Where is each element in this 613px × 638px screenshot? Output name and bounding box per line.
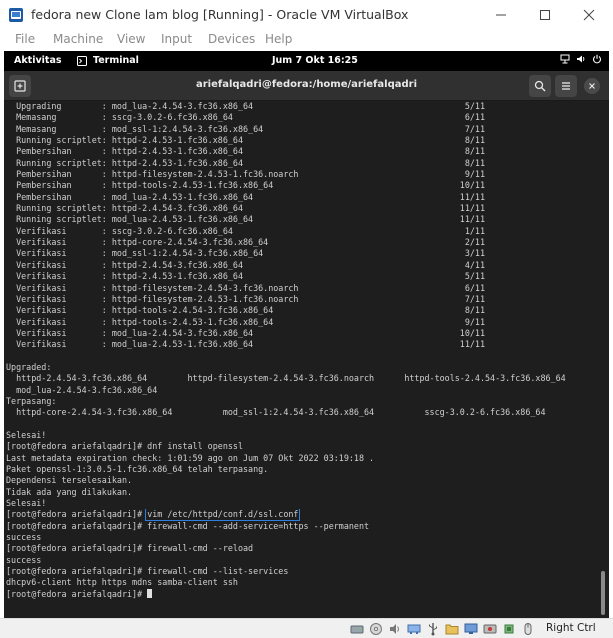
mouse-integration-icon[interactable] bbox=[521, 622, 535, 636]
terminal-line: Upgrading : mod_lua-2.4.54-3.fc36.x86_64… bbox=[6, 101, 486, 111]
minimize-button[interactable] bbox=[489, 3, 513, 27]
volume-icon bbox=[577, 55, 585, 63]
virtualbox-logo-icon bbox=[9, 8, 23, 22]
app-name: Terminal bbox=[93, 55, 139, 66]
network-adapter-icon[interactable] bbox=[407, 622, 421, 636]
terminal-line: [root@fedora ariefalqadri]# firewall-cmd… bbox=[6, 520, 370, 531]
terminal-line: Paket openssl-1:3.0.5-1.fc36.x86_64 tela… bbox=[6, 464, 269, 474]
terminal-line: Pembersihan : mod_lua-2.4.53-1.fc36.x86_… bbox=[6, 191, 486, 202]
audio-icon[interactable] bbox=[388, 622, 402, 636]
recording-icon[interactable] bbox=[483, 622, 497, 636]
terminal-line: Verifikasi : httpd-2.4.54-3.fc36.x86_64 … bbox=[6, 259, 486, 270]
terminal-title: ariefalqadri@fedora:/home/ariefalqadri bbox=[195, 79, 417, 90]
terminal-line: Tidak ada yang dilakukan. bbox=[6, 486, 133, 497]
terminal-scrollbar[interactable] bbox=[601, 571, 605, 615]
terminal-line: success bbox=[6, 532, 42, 543]
terminal-line: [root@fedora ariefalqadri]# dnf install … bbox=[6, 441, 243, 452]
terminal-line: Pembersihan : httpd-filesystem-2.4.53-1.… bbox=[6, 169, 486, 180]
text-cursor bbox=[147, 588, 153, 598]
terminal-line-current-prompt: [root@fedora ariefalqadri]# bbox=[6, 588, 598, 600]
terminal-line: Verifikasi : httpd-filesystem-2.4.54-3.f… bbox=[6, 282, 486, 293]
vbox-statusbar: Right Ctrl bbox=[0, 618, 613, 638]
terminal-line: Selesai! bbox=[6, 429, 47, 440]
terminal-line: Pembersihan : httpd-tools-2.4.53-1.fc36.… bbox=[6, 180, 486, 191]
terminal-line: Verifikasi : httpd-tools-2.4.53-1.fc36.x… bbox=[6, 316, 486, 327]
display-icon[interactable] bbox=[464, 622, 478, 636]
menu-file[interactable]: File bbox=[15, 32, 35, 46]
menu-help[interactable]: Help bbox=[265, 32, 292, 46]
hard-disk-icon[interactable] bbox=[350, 622, 364, 636]
host-key-label: Right Ctrl bbox=[546, 622, 596, 634]
menu-view[interactable]: View bbox=[117, 32, 145, 46]
app-menu[interactable]: Terminal bbox=[77, 55, 139, 66]
menu-input[interactable]: Input bbox=[161, 32, 192, 46]
hamburger-menu-icon bbox=[562, 82, 570, 90]
menu-devices[interactable]: Devices bbox=[208, 32, 255, 46]
terminal-line: Last metadata expiration check: 1:01:59 … bbox=[6, 452, 375, 463]
network-icon bbox=[560, 54, 570, 64]
vbox-titlebar: fedora new Clone lam blog [Running] - Or… bbox=[0, 0, 613, 30]
highlighted-command: vim /etc/httpd/conf.d/ssl.conf bbox=[145, 509, 301, 521]
close-button[interactable] bbox=[577, 3, 601, 27]
terminal-line: Verifikasi : httpd-tools-2.4.54-3.fc36.x… bbox=[6, 305, 486, 316]
cpu-icon[interactable] bbox=[502, 622, 516, 636]
terminal-line: Running scriptlet: mod_lua-2.4.53-1.fc36… bbox=[6, 214, 486, 225]
optical-drive-icon[interactable] bbox=[369, 622, 383, 636]
terminal-line: httpd-2.4.54-3.fc36.x86_64 httpd-filesys… bbox=[6, 373, 566, 384]
terminal-line: Verifikasi : httpd-filesystem-2.4.53-1.f… bbox=[6, 293, 486, 304]
shell-prompt: [root@fedora ariefalqadri]# bbox=[6, 509, 148, 520]
terminal-line: Verifikasi : httpd-2.4.53-1.fc36.x86_64 … bbox=[6, 271, 486, 282]
close-icon bbox=[589, 83, 595, 89]
terminal-line: Terpasang: bbox=[6, 395, 57, 406]
terminal-line: success bbox=[6, 554, 42, 565]
shell-prompt: [root@fedora ariefalqadri]# bbox=[6, 588, 148, 599]
terminal-icon bbox=[77, 55, 87, 66]
power-icon bbox=[592, 54, 602, 64]
terminal-line: [root@fedora ariefalqadri]# firewall-cmd… bbox=[6, 543, 254, 554]
terminal-close-button[interactable] bbox=[584, 78, 600, 94]
terminal-line: Verifikasi : mod_lua-2.4.53-1.fc36.x86_6… bbox=[6, 339, 486, 350]
window-title: fedora new Clone lam blog [Running] - Or… bbox=[31, 7, 409, 22]
terminal-output: Upgrading : mod_lua-2.4.54-3.fc36.x86_64… bbox=[6, 101, 598, 600]
terminal-line: [root@fedora ariefalqadri]# firewall-cmd… bbox=[6, 566, 289, 577]
terminal-line: Verifikasi : httpd-core-2.4.54-3.fc36.x8… bbox=[6, 237, 486, 248]
terminal-line: Running scriptlet: httpd-2.4.53-1.fc36.x… bbox=[6, 157, 486, 168]
vm-screen[interactable]: Aktivitas Terminal Jum 7 Okt 16:25 arief… bbox=[4, 51, 609, 618]
activities-button[interactable]: Aktivitas bbox=[14, 55, 62, 66]
hamburger-menu-button[interactable] bbox=[555, 75, 577, 97]
shared-folders-icon[interactable] bbox=[445, 622, 459, 636]
terminal-line: Verifikasi : mod_ssl-1:2.4.54-3.fc36.x86… bbox=[6, 248, 486, 259]
terminal-headerbar: ariefalqadri@fedora:/home/ariefalqadri bbox=[4, 71, 609, 101]
terminal-line: Upgraded: bbox=[6, 361, 52, 372]
terminal-line: Dependensi terselesaikan. bbox=[6, 475, 133, 486]
menu-machine[interactable]: Machine bbox=[53, 32, 103, 46]
usb-icon[interactable] bbox=[426, 622, 440, 636]
terminal-line: Selesai! bbox=[6, 498, 47, 509]
clock[interactable]: Jum 7 Okt 16:25 bbox=[272, 55, 358, 66]
maximize-icon bbox=[540, 10, 550, 20]
maximize-button[interactable] bbox=[533, 3, 557, 27]
terminal-line: httpd-core-2.4.54-3.fc36.x86_64 mod_ssl-… bbox=[6, 407, 546, 418]
terminal-line: Running scriptlet: httpd-2.4.54-3.fc36.x… bbox=[6, 203, 486, 214]
terminal-line: Verifikasi : sscg-3.0.2-6.fc36.x86_64 1/… bbox=[6, 225, 486, 236]
terminal-line: Running scriptlet: httpd-2.4.53-1.fc36.x… bbox=[6, 135, 486, 146]
terminal-line: Memasang : mod_ssl-1:2.4.54-3.fc36.x86_6… bbox=[6, 123, 486, 134]
minimize-icon bbox=[496, 14, 506, 16]
terminal-line-highlighted-command: [root@fedora ariefalqadri]# vim /etc/htt… bbox=[6, 509, 598, 521]
search-button[interactable] bbox=[529, 75, 551, 97]
terminal-line: Pembersihan : httpd-2.4.53-1.fc36.x86_64… bbox=[6, 146, 486, 157]
close-icon bbox=[583, 9, 595, 21]
terminal-line: Memasang : sscg-3.0.2-6.fc36.x86_64 6/11 bbox=[6, 112, 486, 123]
system-tray[interactable] bbox=[560, 54, 602, 64]
terminal-body[interactable]: Upgrading : mod_lua-2.4.54-3.fc36.x86_64… bbox=[4, 101, 609, 618]
gnome-top-bar: Aktivitas Terminal Jum 7 Okt 16:25 bbox=[4, 51, 609, 71]
search-icon bbox=[534, 80, 546, 92]
terminal-line: dhcpv6-client http https mdns samba-clie… bbox=[6, 577, 238, 588]
terminal-line: Verifikasi : mod_lua-2.4.54-3.fc36.x86_6… bbox=[6, 327, 486, 338]
terminal-line: mod_lua-2.4.54-3.fc36.x86_64 bbox=[6, 384, 158, 395]
vbox-menubar: File Machine View Input Devices Help bbox=[0, 30, 613, 50]
